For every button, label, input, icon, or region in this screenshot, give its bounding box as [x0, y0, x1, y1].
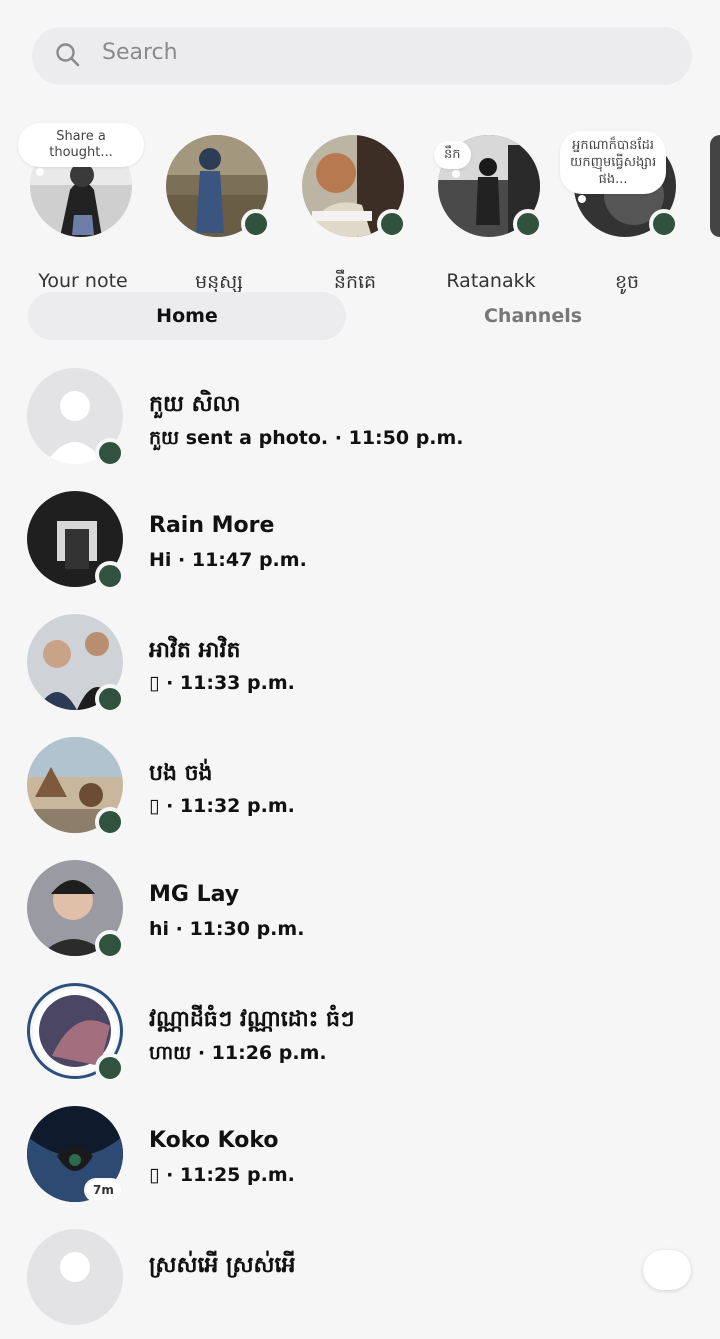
chat-row[interactable]: កួយ សិលា កួយ sent a photo. · 11:50 p.m. — [0, 368, 720, 478]
online-indicator — [377, 209, 407, 239]
active-time-badge: 7m — [86, 1180, 121, 1200]
tab-bar: Home Channels — [28, 292, 692, 340]
chat-row[interactable]: បង ចង់ ▯ · 11:32 p.m. — [0, 737, 720, 847]
online-indicator — [95, 1053, 125, 1083]
online-indicator — [95, 561, 125, 591]
note-bubble: Share a thought... — [18, 123, 144, 176]
chat-name: Koko Koko — [149, 1128, 279, 1153]
note-label: Your note — [38, 270, 128, 292]
chat-preview: ▯ · 11:32 p.m. — [149, 795, 295, 817]
new-message-button[interactable] — [643, 1250, 691, 1290]
chat-preview: កួយ sent a photo. · 11:50 p.m. — [149, 427, 464, 449]
online-indicator — [95, 807, 125, 837]
online-indicator — [95, 930, 125, 960]
online-indicator — [95, 684, 125, 714]
chat-row[interactable]: វណ្ណាដីធំៗ វណ្ណាដោះ ធំៗ ហាយ · 11:26 p.m. — [0, 983, 720, 1093]
search-input[interactable] — [102, 40, 662, 65]
chat-name: បង ចង់ — [149, 761, 213, 786]
chat-name: MG Lay — [149, 882, 240, 907]
chat-name: កួយ សិលា — [149, 392, 241, 417]
search-icon — [56, 43, 80, 67]
chat-row[interactable]: 7m Koko Koko ▯ · 11:25 p.m. — [0, 1106, 720, 1216]
tab-channels[interactable]: Channels — [374, 292, 692, 340]
avatar — [27, 1229, 123, 1325]
chat-preview: ▯ · 11:33 p.m. — [149, 672, 295, 694]
online-indicator — [649, 209, 679, 239]
chat-name: Rain More — [149, 513, 275, 538]
tab-home[interactable]: Home — [28, 292, 346, 340]
chat-preview: hi · 11:30 p.m. — [149, 918, 305, 940]
chat-preview: ហាយ · 11:26 p.m. — [149, 1042, 327, 1064]
chat-name: ស្រស់អើ ស្រស់អើ — [149, 1253, 296, 1278]
note-bubble: អ្នកណាក៏បានដែរ យកញុមធ្វើសង្សារ ផង... — [560, 131, 667, 203]
chat-name: វណ្ណាដីធំៗ វណ្ណាដោះ ធំៗ — [149, 1007, 355, 1032]
chat-row[interactable]: ស្រស់អើ ស្រស់អើ — [0, 1229, 720, 1339]
avatar — [710, 135, 720, 237]
chat-preview: ▯ · 11:25 p.m. — [149, 1164, 295, 1186]
chat-row[interactable]: MG Lay hi · 11:30 p.m. — [0, 860, 720, 970]
chat-row[interactable]: Rain More Hi · 11:47 p.m. — [0, 491, 720, 601]
chat-preview: Hi · 11:47 p.m. — [149, 549, 307, 571]
online-indicator — [95, 438, 125, 468]
note-label: Ratanakk — [446, 270, 536, 292]
online-indicator — [241, 209, 271, 239]
online-indicator — [513, 209, 543, 239]
note-bubble: នឹក — [434, 141, 471, 178]
notes-row[interactable]: Share a thought... Your note មនុស្ស នឹកគ… — [0, 115, 720, 293]
chat-row[interactable]: អាវិត អាវិត ▯ · 11:33 p.m. — [0, 614, 720, 724]
chat-name: អាវិត អាវិត — [149, 638, 241, 663]
